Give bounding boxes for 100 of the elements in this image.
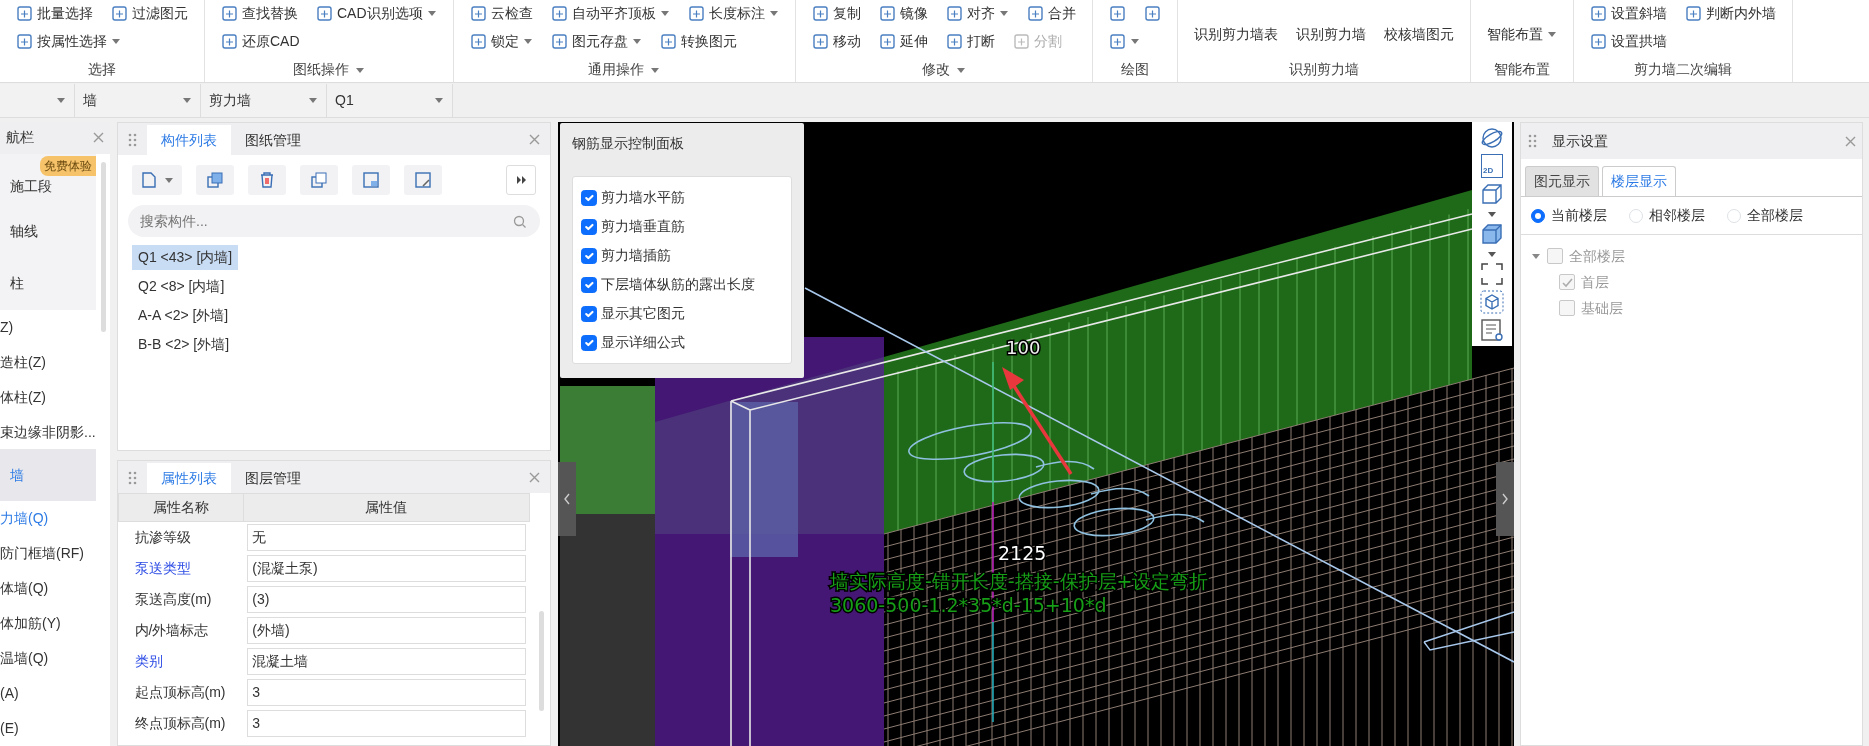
search-field[interactable]: 搜索构件... bbox=[128, 205, 540, 237]
nav-item[interactable]: 束边缘非阴影... bbox=[0, 414, 110, 450]
tool-button[interactable]: 图元存盘 bbox=[548, 30, 644, 52]
checkbox[interactable] bbox=[581, 218, 597, 235]
group-label: 绘图 bbox=[1120, 61, 1149, 77]
nav-item[interactable]: 温墙(Q) bbox=[0, 641, 110, 677]
checkbox[interactable] bbox=[581, 189, 597, 206]
caret-icon[interactable] bbox=[1487, 250, 1497, 258]
tool-icon bbox=[811, 4, 829, 22]
tool-button[interactable]: 判断内外墙 bbox=[1682, 2, 1778, 24]
tool-button[interactable]: 锁定 bbox=[467, 30, 535, 52]
tool-icon bbox=[878, 4, 896, 22]
property-value-field[interactable]: 混凝土墙 bbox=[247, 647, 526, 675]
tool-button[interactable]: 还原CAD bbox=[219, 30, 302, 52]
collapse-handle[interactable] bbox=[1496, 462, 1514, 536]
nav-item[interactable]: (A) bbox=[0, 676, 110, 711]
orbit-icon[interactable] bbox=[1480, 126, 1504, 150]
property-value-field[interactable]: 3 bbox=[247, 709, 526, 737]
component-item[interactable]: B-B <2> [外墙] bbox=[132, 332, 236, 357]
component-item[interactable]: Q1 <43> [内墙] bbox=[132, 245, 239, 270]
tool-button[interactable]: 镜像 bbox=[876, 2, 930, 24]
checkbox[interactable] bbox=[581, 334, 597, 351]
cube-select-icon[interactable] bbox=[1480, 290, 1504, 314]
tool-button[interactable]: 查找替换 bbox=[219, 2, 300, 24]
tool-button[interactable]: 过滤图元 bbox=[109, 2, 190, 24]
close-icon[interactable] bbox=[1845, 135, 1856, 147]
tool-button[interactable]: 校核墙图元 bbox=[1381, 23, 1456, 45]
nav-item[interactable]: 体加筋(Y) bbox=[0, 606, 110, 642]
expand-button[interactable] bbox=[506, 165, 536, 195]
toolbar-button[interactable] bbox=[132, 165, 182, 195]
tool-button[interactable]: 复制 bbox=[809, 2, 863, 24]
view-2d-button[interactable]: 2D bbox=[1481, 154, 1503, 178]
nav-item[interactable]: 柱 bbox=[0, 257, 96, 310]
toolbar-button[interactable] bbox=[404, 165, 442, 195]
list-view-icon[interactable] bbox=[1480, 318, 1504, 342]
component-item[interactable]: A-A <2> [外墙] bbox=[132, 303, 235, 328]
toolbar-button[interactable] bbox=[352, 165, 390, 195]
close-icon[interactable] bbox=[529, 134, 540, 145]
drag-handle-icon[interactable] bbox=[1527, 133, 1538, 149]
nav-item[interactable]: 力墙(Q) bbox=[0, 501, 110, 537]
close-icon[interactable] bbox=[93, 132, 104, 144]
cube-icon[interactable] bbox=[1480, 182, 1504, 206]
property-value-field[interactable]: 无 bbox=[247, 523, 526, 551]
nav-item[interactable]: 体柱(Z) bbox=[0, 379, 110, 415]
toolbar-button[interactable] bbox=[300, 165, 338, 195]
property-name: 内/外墙标志 bbox=[133, 620, 210, 640]
nav-item[interactable]: 防门框墙(RF) bbox=[0, 536, 110, 572]
chevron-left-icon bbox=[563, 493, 571, 505]
tool-button[interactable]: 设置斜墙 bbox=[1587, 2, 1669, 24]
tool-button[interactable]: 智能布置 bbox=[1484, 23, 1559, 45]
nav-item[interactable]: 墙 bbox=[0, 449, 96, 502]
tool-button[interactable]: 长度标注 bbox=[685, 2, 781, 24]
tool-button[interactable]: 识别剪力墙 bbox=[1293, 23, 1368, 45]
checkbox[interactable] bbox=[581, 276, 597, 293]
close-icon[interactable] bbox=[529, 472, 540, 483]
nav-item[interactable]: 施工段 bbox=[10, 176, 52, 198]
nav-item[interactable]: 体墙(Q) bbox=[0, 571, 110, 607]
nav-item[interactable]: 轴线 bbox=[0, 205, 96, 258]
panel-tab[interactable]: 构件列表 bbox=[147, 125, 231, 155]
component-item[interactable]: Q2 <8> [内墙] bbox=[132, 274, 231, 299]
radio-button[interactable] bbox=[1531, 208, 1545, 223]
collapse-handle[interactable] bbox=[558, 462, 576, 536]
tool-button[interactable]: 打断 bbox=[943, 30, 997, 52]
tool-button[interactable]: 合并 bbox=[1024, 2, 1078, 24]
caret-icon[interactable] bbox=[1487, 210, 1497, 218]
panel-tab[interactable]: 图纸管理 bbox=[231, 125, 315, 155]
tool-icon bbox=[687, 4, 705, 22]
tool-button[interactable]: 设置拱墙 bbox=[1587, 30, 1669, 52]
nav-item[interactable]: (E) bbox=[0, 711, 110, 746]
nav-item[interactable]: Z) bbox=[0, 309, 110, 345]
tool-button[interactable]: 批量选择 bbox=[14, 2, 95, 24]
panel-tab[interactable]: 属性列表 bbox=[147, 463, 231, 493]
drag-handle-icon[interactable] bbox=[126, 132, 139, 148]
trial-badge[interactable]: 免费体验 bbox=[40, 155, 96, 176]
tool-button[interactable]: 自动平齐顶板 bbox=[548, 2, 672, 24]
property-value-field[interactable]: (外墙) bbox=[247, 616, 526, 644]
tool-button[interactable]: 云检查 bbox=[467, 2, 535, 24]
tool-button[interactable]: CAD识别选项 bbox=[314, 2, 439, 24]
checkbox[interactable] bbox=[581, 247, 597, 264]
search-icon[interactable] bbox=[513, 215, 526, 228]
checkbox[interactable] bbox=[581, 305, 597, 322]
tool-button[interactable]: 识别剪力墙表 bbox=[1191, 23, 1280, 45]
solid-cube-icon[interactable] bbox=[1480, 222, 1504, 246]
tool-button[interactable]: 移动 bbox=[809, 30, 863, 52]
nav-item[interactable]: 造柱(Z) bbox=[0, 344, 110, 380]
group-label: 选择 bbox=[88, 61, 116, 77]
tool-button[interactable]: 按属性选择 bbox=[14, 30, 123, 52]
tool-button[interactable]: 对齐 bbox=[943, 2, 1011, 24]
tool-button[interactable]: 转换图元 bbox=[657, 30, 739, 52]
panel-tab[interactable]: 楼层显示 bbox=[1602, 166, 1676, 196]
tool-button[interactable]: 延伸 bbox=[876, 30, 930, 52]
panel-tab[interactable]: 图元显示 bbox=[1524, 166, 1599, 196]
fit-view-icon[interactable] bbox=[1480, 262, 1504, 286]
property-value-field[interactable]: (混凝土泵) bbox=[247, 554, 526, 582]
property-value-field[interactable]: (3) bbox=[247, 585, 526, 613]
panel-tab[interactable]: 图层管理 bbox=[231, 463, 315, 493]
toolbar-button[interactable] bbox=[196, 165, 234, 195]
property-value-field[interactable]: 3 bbox=[247, 678, 526, 706]
drag-handle-icon[interactable] bbox=[126, 470, 139, 486]
toolbar-button[interactable] bbox=[248, 165, 286, 195]
